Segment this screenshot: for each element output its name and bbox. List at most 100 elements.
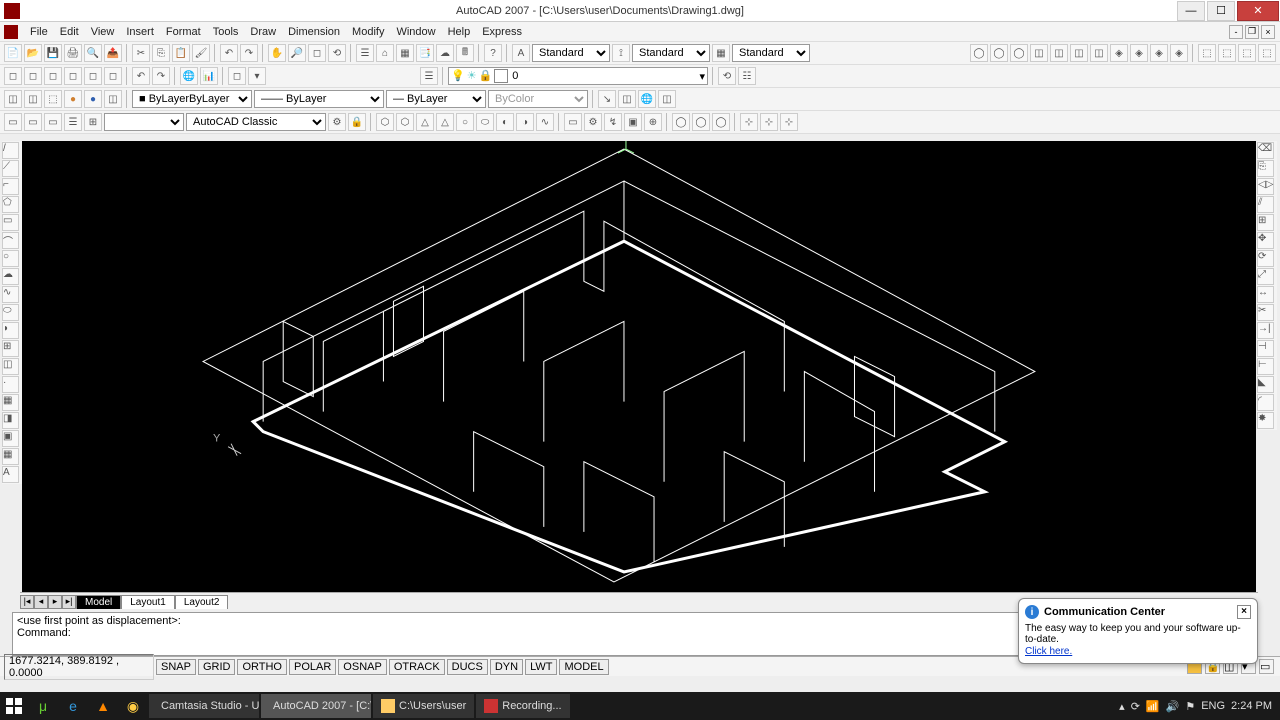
model-toggle[interactable]: MODEL: [559, 659, 608, 675]
tray-lang[interactable]: ENG: [1201, 700, 1225, 712]
t4e3-icon[interactable]: ⊹: [780, 113, 798, 131]
tab-next-button[interactable]: ▸: [48, 595, 62, 609]
tab-model[interactable]: Model: [76, 595, 121, 609]
color-select[interactable]: ■ ByLayerByLayer: [132, 90, 252, 108]
t4b6-icon[interactable]: ⬭: [476, 113, 494, 131]
dim-style-select[interactable]: Standard: [632, 44, 710, 62]
layer-select[interactable]: 💡 ☀ 🔒 0 ▾: [448, 67, 708, 85]
erase-icon[interactable]: ⌫: [1257, 142, 1274, 159]
close-button[interactable]: ✕: [1237, 1, 1279, 21]
line-icon[interactable]: /: [2, 142, 19, 159]
mtext-icon[interactable]: A: [2, 466, 19, 483]
t4b2-icon[interactable]: ⬡: [396, 113, 414, 131]
maximize-button[interactable]: ☐: [1207, 1, 1235, 21]
ortho-toggle[interactable]: ORTHO: [237, 659, 287, 675]
box-icon[interactable]: ⬚: [44, 90, 62, 108]
vlc-icon[interactable]: ▲: [91, 694, 115, 718]
menu-edit[interactable]: Edit: [54, 26, 85, 38]
linetype-select[interactable]: —— ByLayer: [254, 90, 384, 108]
rectangle-icon[interactable]: ▭: [2, 214, 19, 231]
snap-toggle[interactable]: SNAP: [156, 659, 196, 675]
color-pick-icon[interactable]: ◫: [4, 90, 22, 108]
t4d3-icon[interactable]: ◯: [712, 113, 730, 131]
3d-nav7-icon[interactable]: ◫: [1090, 44, 1108, 62]
join-icon[interactable]: ⊢: [1257, 358, 1274, 375]
copy-obj-icon[interactable]: ⎘: [1257, 160, 1274, 177]
menu-format[interactable]: Format: [160, 26, 207, 38]
markup-icon[interactable]: ☁: [436, 44, 454, 62]
open-icon[interactable]: 📂: [24, 44, 42, 62]
3d-nav12-icon[interactable]: ⬚: [1198, 44, 1216, 62]
layer-props-icon[interactable]: ☰: [420, 67, 438, 85]
zoom-rt-icon[interactable]: 🔎: [288, 44, 306, 62]
xline-icon[interactable]: ⟋: [2, 160, 19, 177]
copy-icon[interactable]: ⎘: [152, 44, 170, 62]
workspace-select[interactable]: AutoCAD Classic: [186, 113, 326, 131]
task-camtasia[interactable]: Camtasia Studio - U...: [149, 694, 259, 718]
menu-help[interactable]: Help: [442, 26, 477, 38]
cut-icon[interactable]: ✂: [132, 44, 150, 62]
viewport-icon[interactable]: ◫: [24, 90, 42, 108]
tab-prev-button[interactable]: ◂: [34, 595, 48, 609]
3d-nav5-icon[interactable]: ◫: [1050, 44, 1068, 62]
3d-nav11-icon[interactable]: ◈: [1170, 44, 1188, 62]
match-icon[interactable]: 🖌: [192, 44, 210, 62]
osnap-toggle[interactable]: OSNAP: [338, 659, 387, 675]
tab-layout2[interactable]: Layout2: [175, 595, 229, 609]
table-icon[interactable]: ▦: [2, 448, 19, 465]
drawing-canvas[interactable]: Y: [22, 141, 1256, 592]
utorrent-icon[interactable]: μ: [31, 694, 55, 718]
tab-first-button[interactable]: |◂: [20, 595, 34, 609]
textstyle-pick-icon[interactable]: A: [512, 44, 530, 62]
qnew-icon[interactable]: ◻: [4, 67, 22, 85]
fillet-icon[interactable]: ◜: [1257, 394, 1274, 411]
ellipse-arc-icon[interactable]: ◗: [2, 322, 19, 339]
dimstyle-pick-icon[interactable]: ⟟: [612, 44, 630, 62]
arc-icon[interactable]: ⌒: [2, 232, 19, 249]
3d-nav8-icon[interactable]: ◈: [1110, 44, 1128, 62]
polar-toggle[interactable]: POLAR: [289, 659, 336, 675]
ws-settings-icon[interactable]: ⚙: [328, 113, 346, 131]
menu-file[interactable]: File: [24, 26, 54, 38]
trim-icon[interactable]: ✂: [1257, 304, 1274, 321]
gradient-icon[interactable]: ◨: [2, 412, 19, 429]
t3b3-icon[interactable]: 🌐: [638, 90, 656, 108]
t2-5-icon[interactable]: ◻: [84, 67, 102, 85]
t4-1-icon[interactable]: ▭: [4, 113, 22, 131]
save-icon2[interactable]: ◻: [44, 67, 62, 85]
ellipse-icon[interactable]: ⬭: [2, 304, 19, 321]
array-icon[interactable]: ⊞: [1257, 214, 1274, 231]
minimize-button[interactable]: —: [1177, 1, 1205, 21]
doc-close-button[interactable]: ×: [1261, 25, 1275, 39]
menu-draw[interactable]: Draw: [244, 26, 282, 38]
t4b4-icon[interactable]: △: [436, 113, 454, 131]
t2-6-icon[interactable]: ◻: [104, 67, 122, 85]
undo-icon[interactable]: ↶: [220, 44, 238, 62]
tblstyle-pick-icon[interactable]: ▦: [712, 44, 730, 62]
hatch-icon[interactable]: ▦: [2, 394, 19, 411]
layer-prev-icon[interactable]: ⟲: [718, 67, 736, 85]
t2-12-icon[interactable]: ▾: [248, 67, 266, 85]
chrome-icon[interactable]: ◉: [121, 694, 145, 718]
t4c1-icon[interactable]: ▭: [564, 113, 582, 131]
polygon-icon[interactable]: ⬠: [2, 196, 19, 213]
doc-minimize-button[interactable]: -: [1229, 25, 1243, 39]
t3b2-icon[interactable]: ◫: [618, 90, 636, 108]
t2-9-icon[interactable]: 🌐: [180, 67, 198, 85]
t2-11-icon[interactable]: ◻: [228, 67, 246, 85]
extend-icon[interactable]: →|: [1257, 322, 1274, 339]
circle-icon[interactable]: ○: [2, 250, 19, 267]
ws-lock-icon[interactable]: 🔒: [348, 113, 366, 131]
t4c4-icon[interactable]: ▣: [624, 113, 642, 131]
grid-toggle[interactable]: GRID: [198, 659, 236, 675]
move-icon[interactable]: ✥: [1257, 232, 1274, 249]
t4d2-icon[interactable]: ◯: [692, 113, 710, 131]
t4d1-icon[interactable]: ◯: [672, 113, 690, 131]
lineweight-select[interactable]: — ByLayer: [386, 90, 486, 108]
pan-icon[interactable]: ✋: [268, 44, 286, 62]
t4e2-icon[interactable]: ⊹: [760, 113, 778, 131]
t4b5-icon[interactable]: ○: [456, 113, 474, 131]
ie-icon[interactable]: e: [61, 694, 85, 718]
redo-icon[interactable]: ↷: [240, 44, 258, 62]
publish-icon[interactable]: 📤: [104, 44, 122, 62]
